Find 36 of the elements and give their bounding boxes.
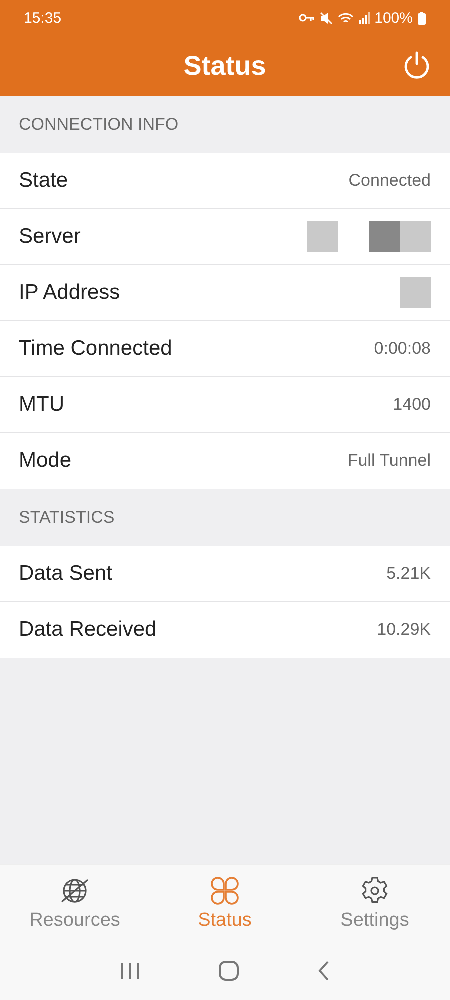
mute-icon	[320, 12, 333, 24]
signal-icon	[358, 12, 370, 24]
back-icon[interactable]	[317, 960, 332, 982]
recents-icon[interactable]	[118, 960, 141, 980]
power-icon[interactable]	[402, 50, 432, 80]
redaction-block	[307, 221, 338, 252]
row-label: Server	[19, 224, 81, 248]
row-value: 0:00:08	[374, 338, 431, 358]
row-label: Data Sent	[19, 562, 112, 586]
row-value: Full Tunnel	[348, 451, 431, 471]
nav-tab[interactable]: Resources	[0, 865, 150, 941]
home-icon[interactable]	[218, 960, 240, 982]
status-time: 15:35	[24, 10, 62, 26]
clover-icon	[208, 874, 242, 908]
row-label: Mode	[19, 449, 72, 473]
section-header: STATISTICS	[19, 508, 115, 528]
row-value: 1400	[393, 394, 431, 414]
row-label: State	[19, 168, 68, 192]
row-label: MTU	[19, 392, 64, 416]
nav-tab[interactable]: Status	[150, 865, 300, 941]
screen-title: Status	[184, 50, 266, 82]
row-label: Time Connected	[19, 336, 172, 360]
redaction-block	[400, 277, 431, 308]
key-icon	[298, 13, 315, 23]
battery-icon	[418, 12, 426, 24]
row-value: 10.29K	[377, 620, 431, 640]
nav-tab[interactable]: Settings	[300, 865, 450, 941]
row-value: Connected	[348, 170, 431, 190]
row-value: 5.21K	[386, 564, 431, 584]
section-header: CONNECTION INFO	[19, 114, 179, 134]
redaction-block	[369, 221, 400, 252]
wifi-icon	[338, 12, 354, 24]
row-label: Data Received	[19, 618, 157, 642]
redaction-block	[400, 221, 431, 252]
battery-percent: 100%	[374, 10, 413, 26]
row-label: IP Address	[19, 280, 120, 304]
